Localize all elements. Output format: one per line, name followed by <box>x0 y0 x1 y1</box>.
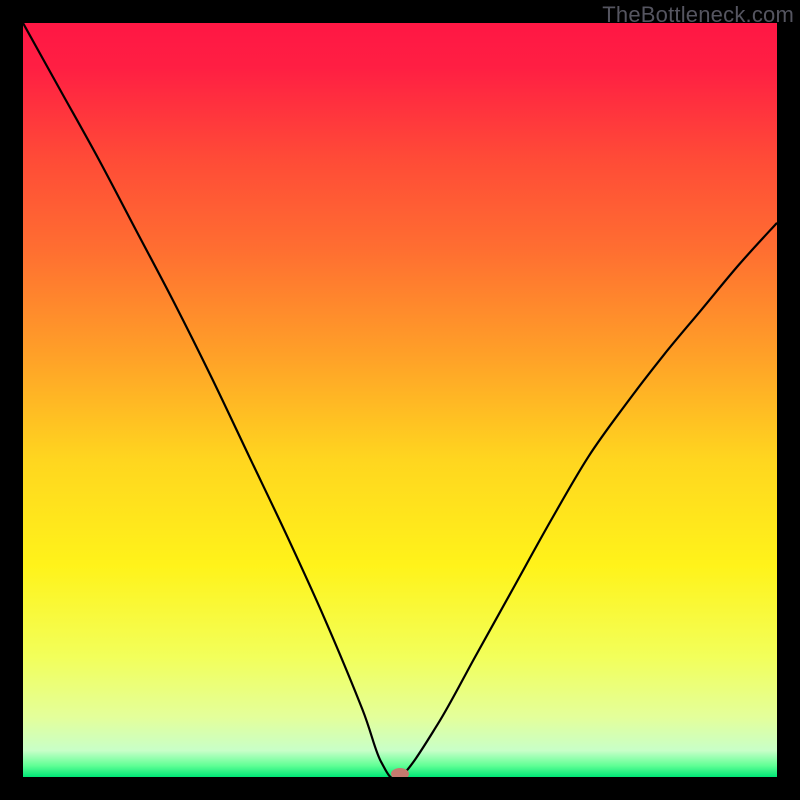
attribution-label: TheBottleneck.com <box>602 2 794 28</box>
chart-frame <box>23 23 777 777</box>
gradient-background <box>23 23 777 777</box>
bottleneck-chart <box>23 23 777 777</box>
